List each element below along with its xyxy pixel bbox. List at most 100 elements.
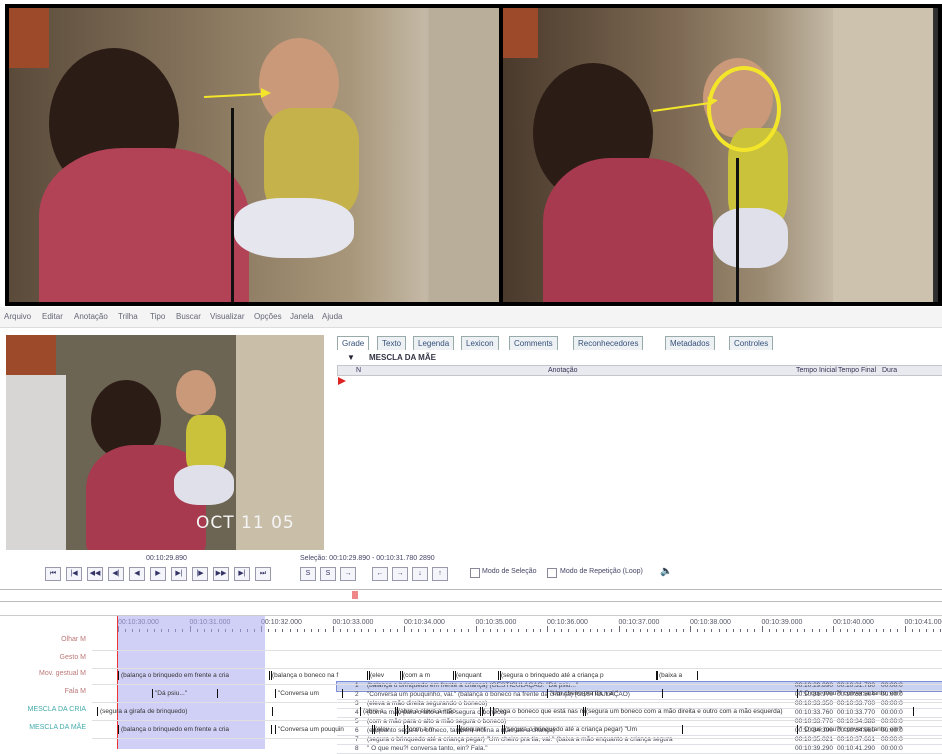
tab-grade[interactable]: Grade [337,336,369,350]
tier-annotation[interactable]: "Conversa um [275,689,343,698]
tier-annotation[interactable]: (balança o boneco na f [269,671,370,680]
tab-legenda[interactable]: Legenda [413,336,454,350]
tick-mark [776,629,777,632]
menu-arquivo[interactable]: Arquivo [4,312,31,321]
buttons-button-5[interactable]: ▶ [150,567,166,581]
tab-texto[interactable]: Texto [377,336,406,350]
tab-reconhecedores[interactable]: Reconhecedores [573,336,643,350]
tick-mark [483,629,484,632]
tier-label[interactable]: Fala M [0,688,86,695]
tier-annotation[interactable]: (Pega o boneco que está nas m [490,707,586,716]
tier-annotation[interactable]: " O que meu?! conversa tanto, ein? [797,725,942,734]
buttons3-button-2[interactable]: ↓ [412,567,428,581]
menu-tipo[interactable]: Tipo [150,312,165,321]
tick-mark [354,629,355,632]
tier-annotation[interactable]: (abre e eleva a mão [395,707,483,716]
tier-label[interactable]: MESCLA DA CRIA [0,706,86,713]
tier-annotation[interactable]: (segura um boneco com a mão direita e ou… [583,707,914,716]
tick-mark [754,629,755,632]
tier-row[interactable]: "Dá psiu..." "Conversa um "Um cheiro pra t… [92,685,942,703]
tier-annotation[interactable]: "Um cheiro pra tia, vai." [547,689,663,698]
buttons-button-0[interactable]: ⏮ [45,567,61,581]
buttons-button-7[interactable]: |▶ [192,567,208,581]
tick-mark [390,629,391,632]
tier-label[interactable]: Gesto M [0,654,86,661]
tier-annotation[interactable]: (enquant [457,725,505,734]
buttons2-button-1[interactable]: S [320,567,336,581]
buttons3-button-0[interactable]: ← [372,567,388,581]
tier-annotation[interactable]: (elev [372,725,408,734]
buttons-button-1[interactable]: |◀ [66,567,82,581]
buttons-button-4[interactable]: ◀ [129,567,145,581]
buttons2-button-2[interactable]: → [340,567,356,581]
tier-annotation[interactable]: "Dá psiu..." [152,689,218,698]
tier-annotation[interactable]: " O que meu?! conversa tanto, ein? [797,689,942,698]
menu-opcoes[interactable]: Opções [254,312,282,321]
tick-mark [661,629,662,632]
tier-annotation[interactable]: (abre a [360,707,398,716]
tier-annotation[interactable]: (baixa a [656,671,698,680]
buttons-button-8[interactable]: ▶▶ [213,567,229,581]
tick-mark [304,629,305,632]
col-duration[interactable]: Dura [882,366,897,375]
tick-mark [683,629,684,632]
tick-mark [368,629,369,632]
tab-controles[interactable]: Controles [729,336,773,350]
volume-icon[interactable]: 🔈 [660,566,672,577]
tick-mark [876,629,877,632]
tier-label[interactable]: Olhar M [0,636,86,643]
col-start[interactable]: Tempo Inicial [796,366,837,375]
buttons-button-2[interactable]: ◀◀ [87,567,103,581]
buttons-button-9[interactable]: ▶| [234,567,250,581]
tier-row[interactable]: (balança o brinquedo em frente a cria"Co… [92,721,942,739]
loop-mode-checkbox[interactable] [547,568,557,578]
tick-mark [626,629,627,632]
menu-editar[interactable]: Editar [42,312,63,321]
menu-trilha[interactable]: Trilha [118,312,138,321]
tier-annotation[interactable]: (com a m [400,671,456,680]
buttons-button-10[interactable]: ⏭ [255,567,271,581]
buttons2-button-0[interactable]: S [300,567,316,581]
timeline-viewer[interactable]: 00:10:30.00000:10:31.00000:10:32.00000:1… [0,589,942,749]
col-annotation[interactable]: Anotação [548,366,578,375]
tier-annotation[interactable]: (enquant [453,671,501,680]
selection-mode-checkbox[interactable] [470,568,480,578]
tier-selector[interactable]: ▼ MESCLA DA MÃE [337,353,942,363]
tab-comments[interactable]: Comments [509,336,558,350]
tier-row[interactable]: (balança o brinquedo em frente a cria(ba… [92,667,942,685]
time-tick-label: 00:10:34.000 [404,619,445,626]
tier-annotation[interactable]: (segura o brinquedo até a criança pegar)… [502,725,683,734]
buttons-button-6[interactable]: ▶| [171,567,187,581]
menu-buscar[interactable]: Buscar [176,312,201,321]
tier-label[interactable]: Mov. gestual M [0,670,86,677]
tab-metadados[interactable]: Metadados [665,336,715,350]
chevron-down-icon[interactable]: ▼ [347,353,355,362]
tier-annotation[interactable]: (balança o brinquedo em frente a cria [118,671,272,680]
tab-lexicon[interactable]: Lexicon [461,336,499,350]
tick-mark [468,629,469,632]
tier-row[interactable] [92,633,942,651]
col-n[interactable]: N [356,366,361,375]
tick-mark [425,629,426,632]
tier-annotation[interactable]: (balança o brinquedo em frente a cria [118,725,272,734]
menu-visualizar[interactable]: Visualizar [210,312,245,321]
tier-annotation[interactable]: (elev [367,671,403,680]
buttons-button-3[interactable]: ◀| [108,567,124,581]
menu-janela[interactable]: Janela [290,312,314,321]
buttons3-button-3[interactable]: ↑ [432,567,448,581]
buttons3-button-1[interactable]: → [392,567,408,581]
tier-annotation[interactable]: (com a m [404,725,460,734]
tier-label[interactable]: MESCLA DA MÃE [0,724,86,731]
tier-annotation[interactable]: (segura a girafa de brinquedo) [97,707,273,716]
tick-mark [347,629,348,632]
menu-anotacao[interactable]: Anotação [74,312,108,321]
col-end[interactable]: Tempo Final [838,366,876,375]
menu-ajuda[interactable]: Ajuda [322,312,342,321]
tick-mark [547,626,548,632]
tier-annotation[interactable]: (segura o brinquedo até a criança p [498,671,658,680]
overview-marker[interactable] [352,591,358,599]
video-viewer[interactable]: OCT 11 05 [6,335,324,550]
tick-mark [333,626,334,632]
tier-row[interactable]: (segura a girafa de brinquedo) (abre a(ab… [92,703,942,721]
tier-annotation[interactable]: "Conversa um pouquin [275,725,375,734]
